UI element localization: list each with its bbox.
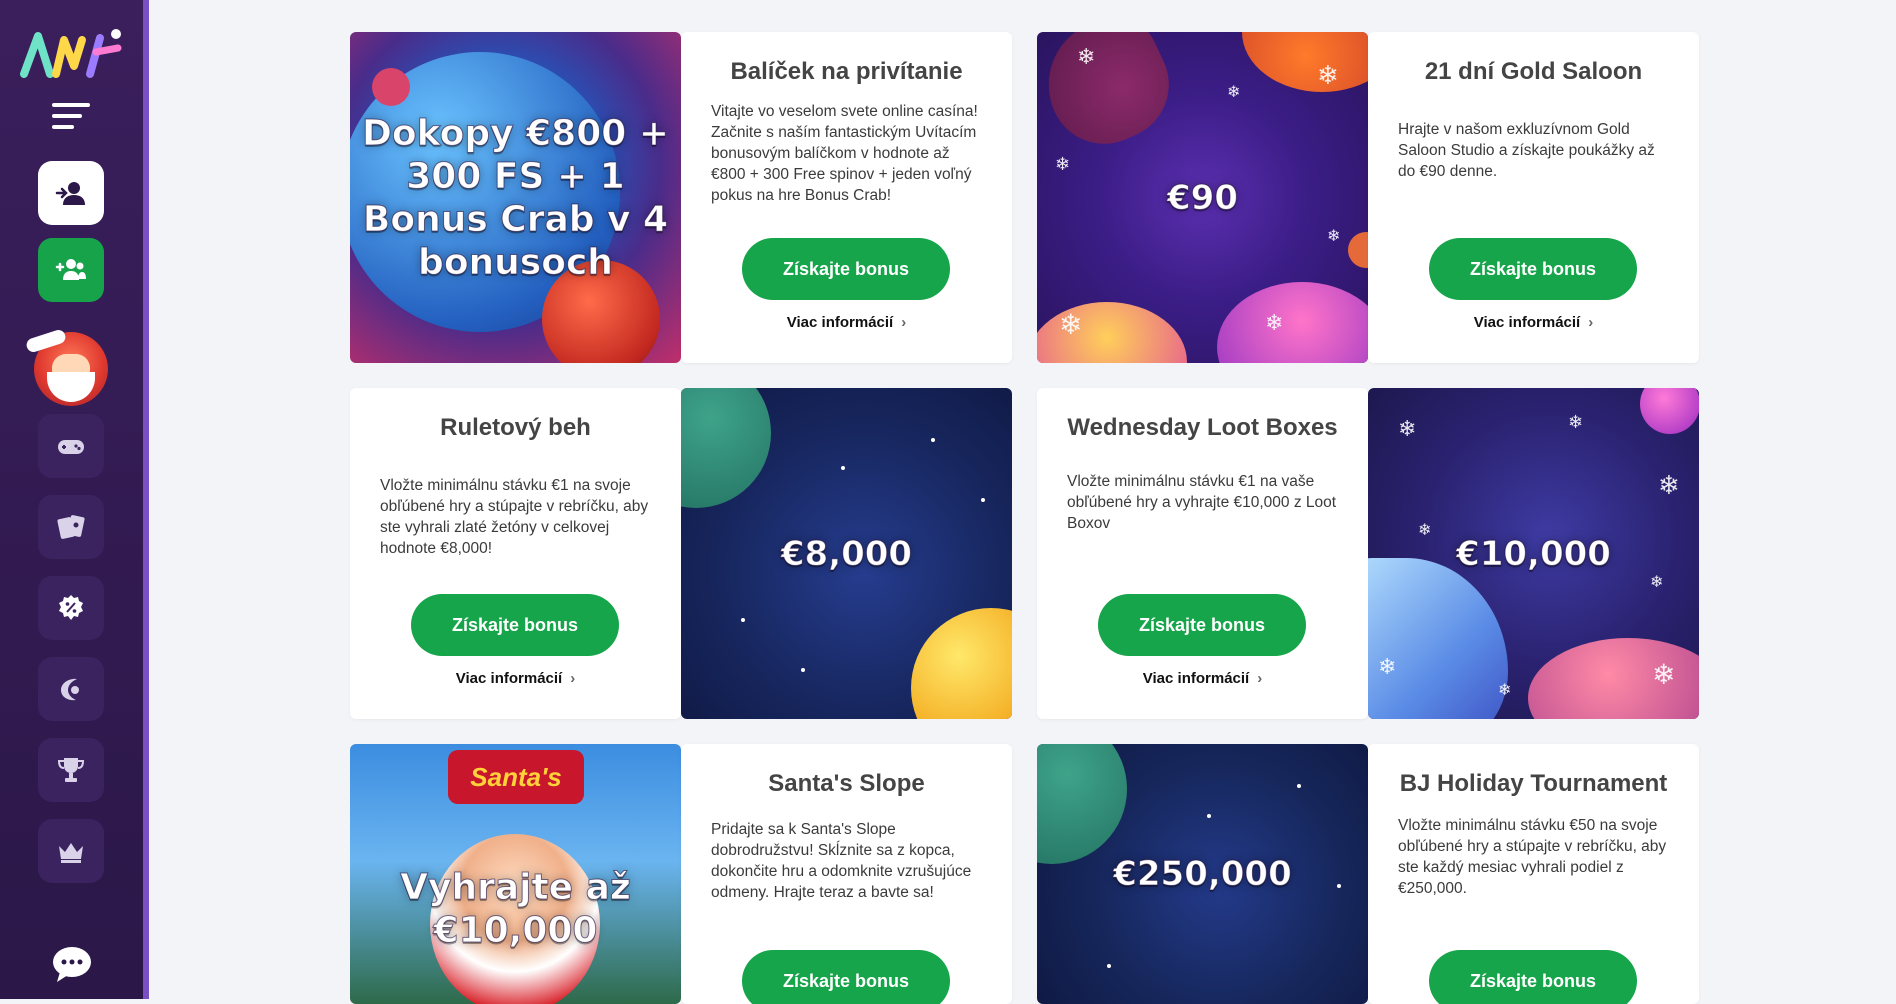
- crown-icon: [59, 843, 83, 863]
- chat-icon[interactable]: [50, 944, 94, 984]
- promo-image-bj-holiday[interactable]: €250,000: [1037, 744, 1368, 1004]
- cards-icon: [57, 515, 85, 539]
- promo-description: Vitajte vo veselom svete online casína! …: [711, 103, 978, 204]
- promo-description: Vložte minimálnu stávku €50 na svoje obľ…: [1398, 817, 1667, 897]
- promo-card-bj-holiday: BJ Holiday Tournament Vložte minimálnu s…: [1368, 744, 1699, 1004]
- promo-card-gold-saloon: 21 dní Gold Saloon Hrajte v našom exkluz…: [1368, 32, 1699, 363]
- promo-image-wednesday-loot[interactable]: ❄ ❄ ❄ ❄ ❄ ❄ ❄ ❄ €10,000: [1368, 388, 1699, 719]
- get-bonus-button[interactable]: Získajte bonus: [742, 950, 950, 1004]
- promo-card-welcome: Balíček na privítanie Vitajte vo veselom…: [681, 32, 1012, 363]
- users-add-icon: [55, 259, 86, 280]
- promo-description: Vložte minimálnu stávku €1 na svoje obľú…: [380, 477, 649, 557]
- chevron-right-icon: ›: [901, 314, 907, 331]
- live-casino-button[interactable]: [38, 495, 104, 559]
- promo-image-text: €90: [1167, 177, 1239, 218]
- chevron-right-icon: ›: [570, 670, 576, 687]
- promo-title: 21 dní Gold Saloon: [1424, 58, 1643, 85]
- promo-description: Hrajte v našom exkluzívnom Gold Saloon S…: [1398, 121, 1655, 180]
- trophy-icon: [57, 758, 85, 782]
- get-bonus-button[interactable]: Získajte bonus: [411, 594, 619, 656]
- promo-description: Pridajte sa k Santa's Slope dobrodružstv…: [711, 821, 972, 901]
- promo-card-roulette-run: Ruletový beh Vložte minimálnu stávku €1 …: [350, 388, 681, 719]
- promo-image-text: €10,000: [1456, 533, 1612, 574]
- more-info-link[interactable]: Viac informácií ›: [1037, 670, 1368, 687]
- get-bonus-button[interactable]: Získajte bonus: [1098, 594, 1306, 656]
- user-login-icon: [55, 182, 85, 205]
- casino-logo[interactable]: [20, 26, 124, 80]
- games-button[interactable]: [38, 414, 104, 478]
- get-bonus-button[interactable]: Získajte bonus: [1429, 950, 1637, 1004]
- vip-button[interactable]: [38, 819, 104, 883]
- more-info-link[interactable]: Viac informácií ›: [681, 314, 1012, 331]
- chevron-right-icon: ›: [1588, 314, 1594, 331]
- promo-title: Ruletový beh: [440, 414, 591, 441]
- sidebar: [0, 0, 149, 999]
- hamburger-icon: [52, 103, 90, 107]
- promo-title: BJ Holiday Tournament: [1399, 770, 1668, 797]
- santas-slope-logo: Santa's: [448, 750, 584, 804]
- promo-card-wednesday-loot: Wednesday Loot Boxes Vložte minimálnu st…: [1037, 388, 1368, 719]
- snowflake-icon: ❄: [1398, 416, 1417, 441]
- promo-image-text: €8,000: [780, 533, 913, 574]
- promo-title: Santa's Slope: [768, 770, 925, 797]
- tournaments-button[interactable]: [38, 738, 104, 802]
- promo-image-santas-slope[interactable]: Santa's Vyhrajte až €10,000: [350, 744, 681, 1004]
- more-info-link[interactable]: Viac informácií ›: [1368, 314, 1699, 331]
- promo-title: Wednesday Loot Boxes: [1067, 414, 1338, 441]
- chevron-right-icon: ›: [1257, 670, 1263, 687]
- promo-image-text: Dokopy €800 + 300 FS + 1 Bonus Crab v 4 …: [362, 112, 670, 283]
- promo-image-gold-saloon[interactable]: ❄ ❄ ❄ ❄ ❄ ❄ ❄ €90: [1037, 32, 1368, 363]
- menu-toggle-button[interactable]: [52, 103, 92, 135]
- promo-image-roulette-run[interactable]: €8,000: [681, 388, 1012, 719]
- get-bonus-button[interactable]: Získajte bonus: [1429, 238, 1637, 300]
- promo-image-text: €250,000: [1113, 854, 1293, 895]
- more-info-link[interactable]: Viac informácií ›: [350, 670, 681, 687]
- promo-description: Vložte minimálnu stávku €1 na vaše obľúb…: [1067, 473, 1337, 532]
- promo-title: Balíček na privítanie: [730, 58, 963, 85]
- crescent-icon: [61, 678, 79, 701]
- sport-button[interactable]: [38, 657, 104, 721]
- promo-card-santas-slope: Santa's Slope Pridajte sa k Santa's Slop…: [681, 744, 1012, 1004]
- get-bonus-button[interactable]: Získajte bonus: [742, 238, 950, 300]
- register-button[interactable]: [38, 238, 104, 302]
- promo-image-welcome[interactable]: Dokopy €800 + 300 FS + 1 Bonus Crab v 4 …: [350, 32, 681, 363]
- promotions-button[interactable]: [38, 576, 104, 640]
- promo-image-text: Vyhrajte až €10,000: [400, 867, 632, 952]
- santa-promo-avatar[interactable]: [24, 328, 108, 406]
- percent-badge-icon: [59, 595, 83, 620]
- login-button[interactable]: [38, 161, 104, 225]
- snowflake-icon: ❄: [1077, 44, 1096, 69]
- gamepad-icon: [58, 440, 84, 454]
